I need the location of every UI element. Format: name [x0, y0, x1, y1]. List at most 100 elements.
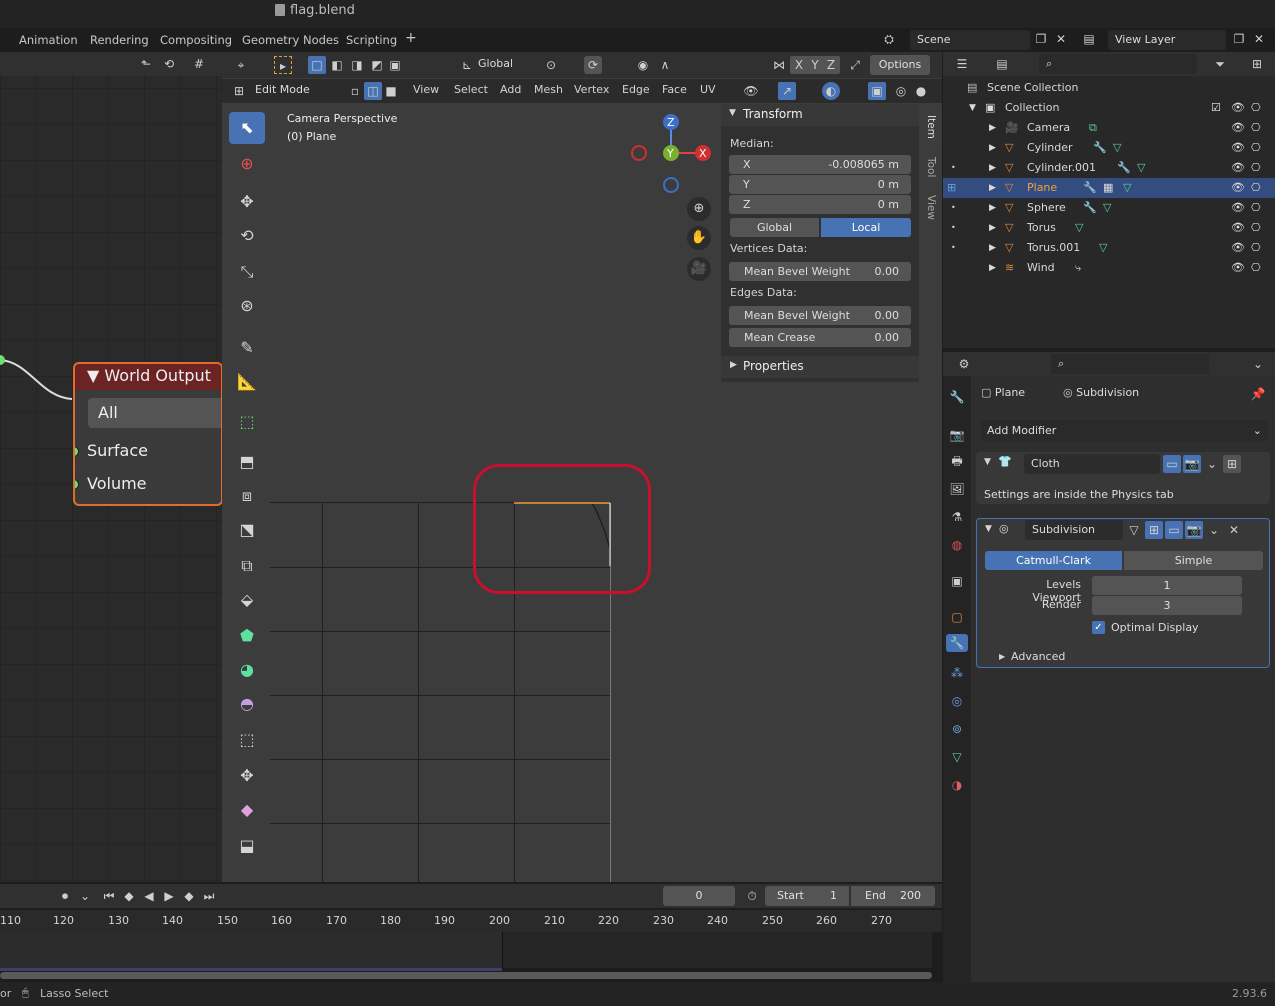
- outliner-row-sphere[interactable]: • ▶ ▽ Sphere 🔧 ▽ 👁 ⎔: [943, 198, 1275, 218]
- outliner-row-cylinder[interactable]: ▶ ▽ Cylinder 🔧 ▽ 👁 ⎔: [943, 138, 1275, 158]
- copy-scene-icon[interactable]: ❐: [1032, 30, 1050, 48]
- select-tool-icon[interactable]: ⬉: [229, 112, 265, 144]
- physics-tab-icon[interactable]: ◎: [948, 692, 966, 710]
- eye-icon[interactable]: 👁: [1231, 138, 1245, 158]
- properties-panel-header[interactable]: ▶ Properties: [721, 356, 919, 378]
- scene-tab-icon[interactable]: ⚗: [948, 508, 966, 526]
- tool-tab-icon[interactable]: 🔧: [948, 388, 966, 406]
- smooth-tool-icon[interactable]: ◓: [229, 688, 265, 720]
- properties-editor[interactable]: ⚙ ⌕ ⌄ 🔧 📷 🖶 🖼 ⚗ ◍ ▣ ▢ 🔧 ⁂ ◎ ⊚ ▽ ◑ ▢ Plan…: [943, 352, 1275, 982]
- extrude-tool-icon[interactable]: ⬒: [229, 446, 265, 478]
- timeline-scrollbar[interactable]: [0, 972, 932, 979]
- record-icon[interactable]: ⏺: [56, 887, 74, 905]
- measure-tool-icon[interactable]: 📐: [229, 366, 265, 398]
- dropdown-icon[interactable]: ⌄: [1205, 521, 1223, 539]
- editmode-toggle-icon[interactable]: ⊞: [1145, 521, 1163, 539]
- outliner-row-wind[interactable]: ▶ ≋ Wind ⤷ 👁 ⎔: [943, 258, 1275, 278]
- poly-build-tool-icon[interactable]: ⬟: [229, 620, 265, 652]
- scale-tool-icon[interactable]: ⤡: [229, 256, 265, 288]
- bevel-tool-icon[interactable]: ⬔: [229, 514, 265, 546]
- parent-icon[interactable]: ⬑: [137, 55, 155, 73]
- local-button[interactable]: Local: [821, 218, 911, 237]
- eye-icon[interactable]: 👁: [1231, 158, 1245, 178]
- physics-toggle-icon[interactable]: ⊞: [1223, 455, 1241, 473]
- render-icon[interactable]: ⎔: [1251, 138, 1261, 158]
- levels-viewport-field[interactable]: 1: [1092, 576, 1242, 595]
- collapse-icon[interactable]: ▼: [87, 366, 104, 385]
- move-tool-icon[interactable]: ✥: [229, 186, 265, 218]
- vertex-bevel-weight-field[interactable]: Mean Bevel Weight 0.00: [729, 262, 911, 281]
- search-input[interactable]: ⌕: [1051, 354, 1209, 374]
- start-frame-field[interactable]: Start 1: [765, 886, 849, 906]
- transform-tool-icon[interactable]: ⊛: [229, 290, 265, 322]
- on-cage-icon[interactable]: ▽: [1125, 521, 1143, 539]
- render-icon[interactable]: ⎔: [1251, 158, 1261, 178]
- scene-icon[interactable]: ⛭: [880, 30, 898, 48]
- view-layer-tab-icon[interactable]: 🖼: [948, 480, 966, 498]
- expand-icon[interactable]: ▼: [985, 524, 992, 534]
- expand-icon[interactable]: ▶: [999, 652, 1005, 661]
- edge-bevel-weight-field[interactable]: Mean Bevel Weight 0.00: [729, 306, 911, 325]
- keyframe-dropdown-icon[interactable]: ⌄: [76, 887, 94, 905]
- camera-view-icon[interactable]: 🎥: [687, 257, 711, 281]
- add-workspace-button[interactable]: +: [405, 30, 417, 46]
- shear-tool-icon[interactable]: ◆: [229, 794, 265, 826]
- modifier-tab-icon[interactable]: 🔧: [946, 634, 968, 652]
- render-toggle-icon[interactable]: 📷: [1183, 455, 1201, 473]
- view-layer-field[interactable]: View Layer: [1108, 30, 1226, 50]
- eye-icon[interactable]: 👁: [1231, 218, 1245, 238]
- exclude-checkbox[interactable]: ☑: [1211, 98, 1221, 118]
- cloth-name-field[interactable]: Cloth: [1024, 454, 1160, 474]
- timeline[interactable]: ⏺ ⌄ ⏮ ◆ ◀ ▶ ◆ ⏭ 0 ⏱ Start 1 End 200 110 12…: [0, 882, 942, 982]
- grid-snap-icon[interactable]: #: [190, 55, 208, 73]
- tab-tool[interactable]: Tool: [921, 149, 937, 185]
- world-output-node[interactable]: ▼ World Output All Surface Volume: [73, 362, 223, 506]
- view-layer-icon[interactable]: ▤: [1080, 30, 1098, 48]
- jump-end-icon[interactable]: ⏭: [200, 887, 218, 905]
- current-frame-field[interactable]: 0: [663, 886, 735, 906]
- camera-render-icon[interactable]: ⎔: [1251, 98, 1261, 118]
- spin-tool-icon[interactable]: ◕: [229, 654, 265, 686]
- particles-tab-icon[interactable]: ⁂: [948, 664, 966, 682]
- edge-slide-tool-icon[interactable]: ⬚: [229, 724, 265, 756]
- eye-icon[interactable]: 👁: [1231, 238, 1245, 258]
- eye-icon[interactable]: 👁: [1231, 118, 1245, 138]
- expand-icon[interactable]: ▼: [984, 457, 991, 467]
- optimal-display-checkbox[interactable]: ✓: [1092, 621, 1105, 634]
- snap-icon[interactable]: ⟲: [160, 55, 178, 73]
- world-tab-icon[interactable]: ◍: [948, 536, 966, 554]
- render-levels-field[interactable]: 3: [1092, 596, 1242, 615]
- zoom-icon[interactable]: ⊕: [687, 197, 711, 221]
- data-tab-icon[interactable]: ▽: [948, 748, 966, 766]
- end-frame-field[interactable]: End 200: [851, 886, 935, 906]
- editmode-toggle-icon[interactable]: ▭: [1163, 455, 1181, 473]
- x-field[interactable]: X -0.008065 m: [729, 155, 911, 174]
- display-mode-icon[interactable]: ▤: [993, 55, 1011, 73]
- tab-rendering[interactable]: Rendering: [90, 33, 149, 47]
- object-tab-icon[interactable]: ▢: [948, 608, 966, 626]
- render-tab-icon[interactable]: 📷: [948, 426, 966, 444]
- node-header[interactable]: ▼ World Output: [75, 364, 221, 390]
- close-icon[interactable]: ✕: [1225, 521, 1243, 539]
- eye-icon[interactable]: 👁: [1231, 98, 1245, 118]
- render-icon[interactable]: ⎔: [1251, 218, 1261, 238]
- rip-tool-icon[interactable]: ⬓: [229, 830, 265, 862]
- tab-item[interactable]: Item: [921, 109, 937, 145]
- outliner-row-scene-collection[interactable]: ▤ Scene Collection: [943, 78, 1275, 98]
- inset-tool-icon[interactable]: ⧈: [229, 480, 265, 512]
- render-icon[interactable]: ⎔: [1251, 198, 1261, 218]
- outliner[interactable]: ☰ ▤ ⌕ ⏷ ⊞ ▤ Scene Collection ▼ ▣ Collection…: [943, 52, 1275, 348]
- outliner-row-torus[interactable]: • ▶ ▽ Torus ▽ 👁 ⎔: [943, 218, 1275, 238]
- editor-type-icon[interactable]: ☰: [953, 55, 971, 73]
- loop-cut-tool-icon[interactable]: ⧉: [229, 550, 265, 582]
- outliner-row-camera[interactable]: ▶ 🎥 Camera ⧉ 👁 ⎔: [943, 118, 1275, 138]
- target-select[interactable]: All: [88, 398, 221, 428]
- y-field[interactable]: Y 0 m: [729, 175, 911, 194]
- transform-panel-header[interactable]: ▼ Transform: [721, 104, 919, 126]
- surface-socket[interactable]: [75, 446, 79, 457]
- outliner-row-plane[interactable]: ⊞ ▶ ▽ Plane 🔧 ▦ ▽ 👁 ⎔: [943, 178, 1275, 198]
- pin-icon[interactable]: 📌: [1249, 385, 1267, 403]
- volume-socket[interactable]: [75, 479, 79, 490]
- tab-animation[interactable]: Animation: [19, 33, 78, 47]
- tab-geometry-nodes[interactable]: Geometry Nodes: [242, 33, 339, 47]
